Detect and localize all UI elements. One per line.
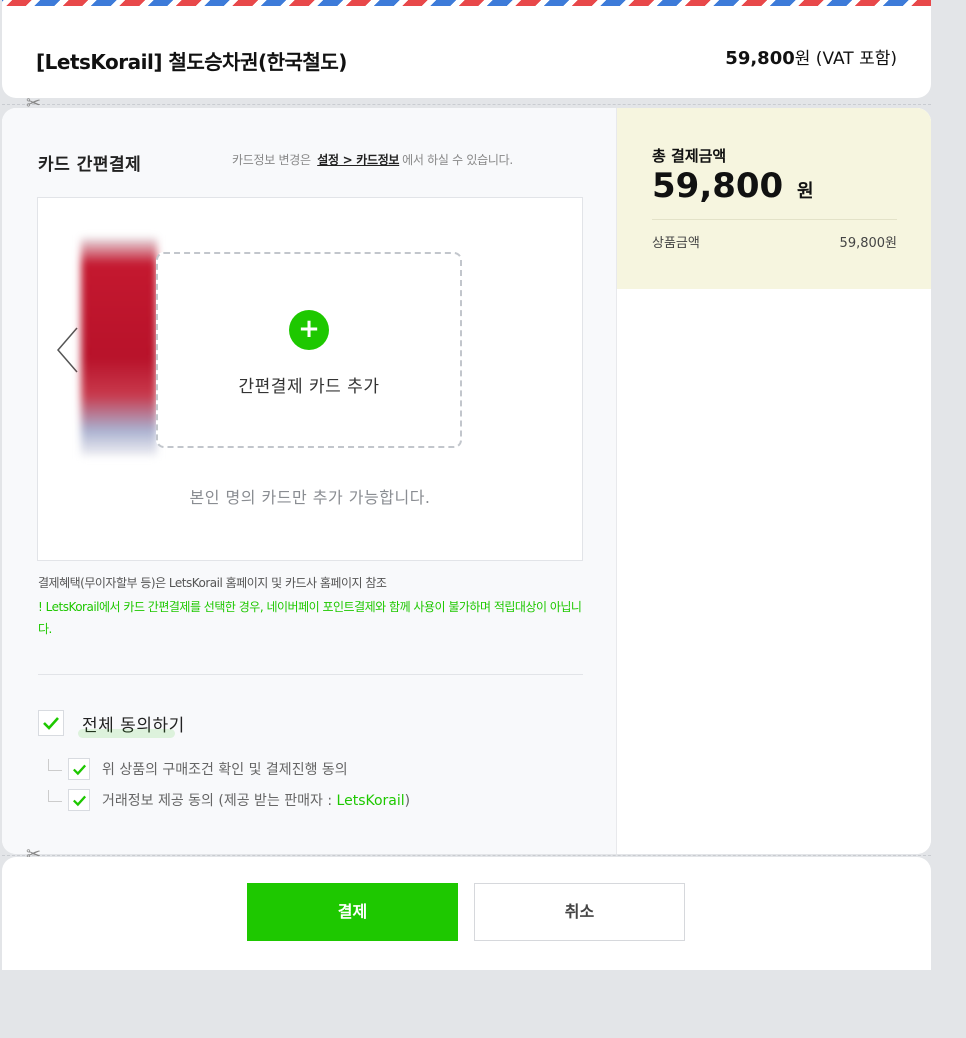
card-info-prefix: 카드정보 변경은 (232, 153, 311, 167)
order-header: [LetsKorail] 철도승차권(한국철도) 59,800원 (VAT 포함… (2, 6, 931, 98)
item-price-value: 59,800원 (839, 236, 897, 251)
price-suffix: 원 (VAT 포함) (794, 49, 897, 69)
check-icon (73, 764, 87, 776)
agree-all-checkbox[interactable] (38, 710, 64, 736)
total-amount-currency: 원 (797, 181, 814, 202)
action-footer: 결제 취소 (2, 857, 931, 970)
agree-all-label: 전체 동의하기 (78, 711, 185, 738)
product-name: [LetsKorail] 철도승차권(한국철도) (36, 50, 347, 74)
agree-info-text: 거래정보 제공 동의 (제공 받는 판매자 : (102, 793, 337, 809)
item-price-label: 상품금액 (652, 236, 700, 251)
agree-info-checkbox[interactable] (68, 789, 90, 811)
payment-summary-panel: 총 결제금액 59,800 원 상품금액 59,800원 (616, 108, 931, 854)
card-settings-link[interactable]: 설정 > 카드정보 (317, 153, 399, 167)
total-amount: 59,800 원 (652, 166, 814, 206)
seller-name: LetsKorail (336, 793, 405, 809)
agree-info-label: 거래정보 제공 동의 (제공 받는 판매자 : LetsKorail) (102, 790, 410, 810)
agree-purchase-checkbox[interactable] (68, 758, 90, 780)
divider (38, 674, 583, 675)
pay-button[interactable]: 결제 (247, 883, 458, 941)
check-icon (73, 795, 87, 807)
price-value: 59,800 (725, 48, 795, 69)
card-info-text: 카드정보 변경은 설정 > 카드정보 에서 하실 수 있습니다. (232, 151, 513, 168)
card-carousel: + 간편결제 카드 추가 본인 명의 카드만 추가 가능합니다. (37, 197, 583, 561)
card-info-suffix: 에서 하실 수 있습니다. (402, 153, 513, 167)
section-title: 카드 간편결제 (38, 155, 142, 175)
total-title: 총 결제금액 (652, 147, 727, 165)
agree-item-purchase[interactable]: 위 상품의 구매조건 확인 및 결제진행 동의 (48, 758, 348, 780)
notice-text: ! LetsKorail에서 카드 간편결제를 선택한 경우, 네이버페이 포인… (38, 600, 582, 636)
add-card-button[interactable]: + 간편결제 카드 추가 (156, 252, 462, 448)
cut-line-top (2, 104, 931, 105)
tree-connector (48, 759, 62, 771)
agree-item-info-share[interactable]: 거래정보 제공 동의 (제공 받는 판매자 : LetsKorail) (48, 789, 410, 811)
check-icon (43, 717, 59, 730)
total-summary: 총 결제금액 59,800 원 상품금액 59,800원 (617, 108, 931, 289)
plus-icon: + (289, 310, 329, 350)
registered-card-image[interactable] (81, 238, 157, 456)
product-price: 59,800원 (VAT 포함) (725, 44, 897, 69)
cut-line-bottom (2, 855, 931, 856)
cancel-button[interactable]: 취소 (474, 883, 685, 941)
add-card-label: 간편결제 카드 추가 (238, 377, 380, 397)
total-amount-value: 59,800 (652, 166, 784, 206)
agree-info-suffix: ) (404, 793, 411, 809)
agree-all-row[interactable]: 전체 동의하기 (38, 710, 185, 738)
payment-method-panel: 카드 간편결제 카드정보 변경은 설정 > 카드정보 에서 하실 수 있습니다. … (2, 108, 616, 854)
agree-purchase-label: 위 상품의 구매조건 확인 및 결제진행 동의 (102, 762, 348, 778)
own-card-notice: 본인 명의 카드만 추가 가능합니다. (189, 488, 431, 507)
summary-divider (652, 219, 897, 220)
payment-main: 카드 간편결제 카드정보 변경은 설정 > 카드정보 에서 하실 수 있습니다. … (2, 108, 931, 854)
tree-connector (48, 790, 62, 802)
benefit-text: 결제혜택(무이자할부 등)은 LetsKorail 홈페이지 및 카드사 홈페이… (38, 576, 387, 590)
chevron-left-icon[interactable] (55, 326, 81, 374)
